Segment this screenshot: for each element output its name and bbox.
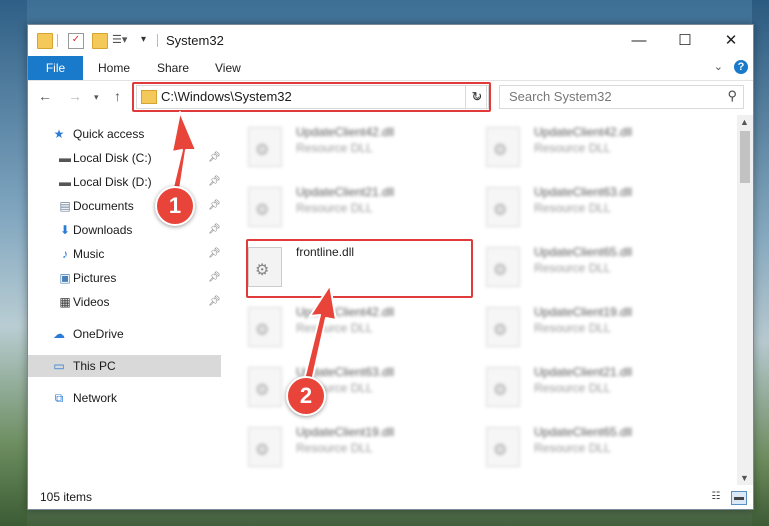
- annotation-badge-2: 2: [286, 376, 326, 416]
- annotation-arrows: [169, 111, 337, 391]
- annotation-badge-1: 1: [155, 186, 195, 226]
- annotation-arrow-2: [301, 284, 337, 391]
